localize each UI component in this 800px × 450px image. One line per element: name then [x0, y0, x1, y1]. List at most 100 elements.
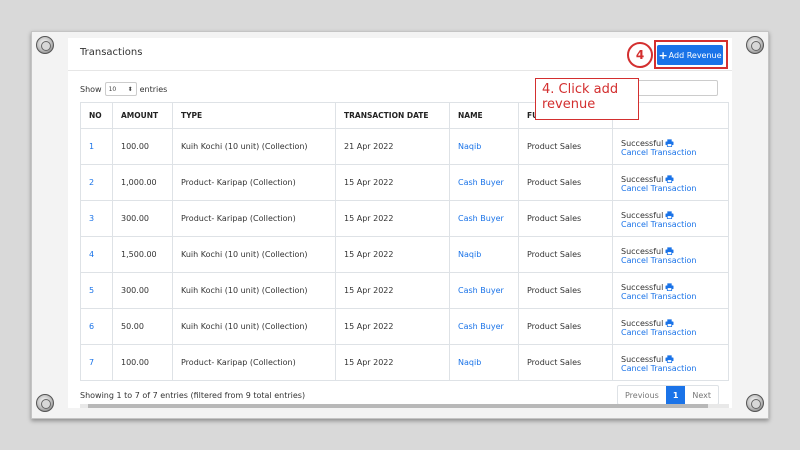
- fund-cell: Product Sales: [518, 128, 613, 165]
- name-link[interactable]: Naqib: [449, 344, 519, 381]
- next-page-button[interactable]: Next: [685, 386, 718, 404]
- cancel-transaction-link[interactable]: Cancel Transaction: [621, 256, 720, 265]
- entries-label: entries: [139, 84, 168, 94]
- amount-cell: 1,500.00: [112, 236, 173, 273]
- instruction-callout: 4. Click add revenue: [535, 78, 639, 120]
- status-cell: Successful Cancel Transaction: [612, 200, 729, 237]
- table-row: 3 300.00 Product- Karipap (Collection) 15 A…: [80, 200, 729, 237]
- cancel-transaction-link[interactable]: Cancel Transaction: [621, 148, 720, 157]
- entries-length-control: Show 10 ⬍ entries: [80, 82, 167, 96]
- amount-cell: 1,000.00: [112, 164, 173, 201]
- status-cell: Successful Cancel Transaction: [612, 308, 729, 345]
- table-row: 5 300.00 Kuih Kochi (10 unit) (Collection)…: [80, 272, 729, 309]
- scrollbar-thumb[interactable]: [88, 404, 708, 408]
- select-arrows-icon: ⬍: [127, 85, 133, 93]
- row-number-link[interactable]: 1: [80, 128, 113, 165]
- highlight-frame: [654, 40, 728, 69]
- date-cell: 15 Apr 2022: [335, 200, 450, 237]
- status-cell: Successful Cancel Transaction: [612, 272, 729, 309]
- print-icon[interactable]: [665, 318, 674, 327]
- print-icon[interactable]: [665, 354, 674, 363]
- row-number-link[interactable]: 2: [80, 164, 113, 201]
- corner-screw-icon: [36, 394, 54, 412]
- horizontal-scrollbar[interactable]: [80, 404, 729, 408]
- row-number-link[interactable]: 3: [80, 200, 113, 237]
- entries-length-value: 10: [108, 85, 117, 93]
- card-header-divider: [68, 70, 732, 71]
- status-cell: Successful Cancel Transaction: [612, 344, 729, 381]
- column-header-transaction-date[interactable]: TRANSACTION DATE: [335, 102, 450, 129]
- type-cell: Kuih Kochi (10 unit) (Collection): [172, 236, 336, 273]
- status-cell: Successful Cancel Transaction: [612, 128, 729, 165]
- status-text: Successful: [621, 174, 664, 184]
- status-text: Successful: [621, 318, 664, 328]
- fund-cell: Product Sales: [518, 272, 613, 309]
- page-button-1[interactable]: 1: [665, 386, 686, 404]
- pagination: Previous 1 Next: [617, 385, 720, 405]
- date-cell: 15 Apr 2022: [335, 308, 450, 345]
- fund-cell: Product Sales: [518, 344, 613, 381]
- cancel-transaction-link[interactable]: Cancel Transaction: [621, 364, 720, 373]
- type-cell: Kuih Kochi (10 unit) (Collection): [172, 128, 336, 165]
- corner-screw-icon: [36, 36, 54, 54]
- print-icon[interactable]: [665, 174, 674, 183]
- name-link[interactable]: Cash Buyer: [449, 164, 519, 201]
- amount-cell: 100.00: [112, 344, 173, 381]
- table-row: 1 100.00 Kuih Kochi (10 unit) (Collection)…: [80, 128, 729, 165]
- status-cell: Successful Cancel Transaction: [612, 164, 729, 201]
- status-cell: Successful Cancel Transaction: [612, 236, 729, 273]
- show-label: Show: [80, 84, 102, 94]
- previous-page-button[interactable]: Previous: [618, 386, 666, 404]
- cancel-transaction-link[interactable]: Cancel Transaction: [621, 328, 720, 337]
- name-link[interactable]: Cash Buyer: [449, 272, 519, 309]
- row-number-link[interactable]: 7: [80, 344, 113, 381]
- callout-line-1: 4. Click add: [542, 82, 619, 97]
- print-icon[interactable]: [665, 282, 674, 291]
- print-icon[interactable]: [665, 246, 674, 255]
- column-header-no[interactable]: NO: [80, 102, 113, 129]
- column-header-amount[interactable]: AMOUNT: [112, 102, 173, 129]
- row-number-link[interactable]: 6: [80, 308, 113, 345]
- type-cell: Product- Karipap (Collection): [172, 344, 336, 381]
- name-link[interactable]: Cash Buyer: [449, 200, 519, 237]
- table-row: 6 50.00 Kuih Kochi (10 unit) (Collection) 1…: [80, 308, 729, 345]
- status-text: Successful: [621, 138, 664, 148]
- amount-cell: 100.00: [112, 128, 173, 165]
- name-link[interactable]: Naqib: [449, 236, 519, 273]
- callout-line-2: revenue: [542, 97, 596, 112]
- column-header-type[interactable]: TYPE: [172, 102, 336, 129]
- amount-cell: 300.00: [112, 200, 173, 237]
- status-text: Successful: [621, 246, 664, 256]
- cancel-transaction-link[interactable]: Cancel Transaction: [621, 292, 720, 301]
- transactions-table: NO AMOUNT TYPE TRANSACTION DATE NAME FU …: [80, 102, 729, 381]
- type-cell: Product- Karipap (Collection): [172, 164, 336, 201]
- corner-screw-icon: [746, 36, 764, 54]
- table-row: 7 100.00 Product- Karipap (Collection) 15 A…: [80, 344, 729, 381]
- card-title: Transactions: [80, 47, 143, 58]
- fund-cell: Product Sales: [518, 236, 613, 273]
- print-icon[interactable]: [665, 210, 674, 219]
- cancel-transaction-link[interactable]: Cancel Transaction: [621, 184, 720, 193]
- status-text: Successful: [621, 210, 664, 220]
- print-icon[interactable]: [665, 138, 674, 147]
- column-header-name[interactable]: NAME: [449, 102, 519, 129]
- type-cell: Product- Karipap (Collection): [172, 200, 336, 237]
- status-text: Successful: [621, 282, 664, 292]
- name-link[interactable]: Naqib: [449, 128, 519, 165]
- table-row: 4 1,500.00 Kuih Kochi (10 unit) (Collectio…: [80, 236, 729, 273]
- cancel-transaction-link[interactable]: Cancel Transaction: [621, 220, 720, 229]
- amount-cell: 300.00: [112, 272, 173, 309]
- type-cell: Kuih Kochi (10 unit) (Collection): [172, 272, 336, 309]
- row-number-link[interactable]: 5: [80, 272, 113, 309]
- fund-cell: Product Sales: [518, 164, 613, 201]
- date-cell: 15 Apr 2022: [335, 344, 450, 381]
- table-info: Showing 1 to 7 of 7 entries (filtered fr…: [80, 391, 306, 400]
- entries-length-select[interactable]: 10 ⬍: [104, 82, 137, 96]
- type-cell: Kuih Kochi (10 unit) (Collection): [172, 308, 336, 345]
- status-text: Successful: [621, 354, 664, 364]
- name-link[interactable]: Cash Buyer: [449, 308, 519, 345]
- corner-screw-icon: [746, 394, 764, 412]
- amount-cell: 50.00: [112, 308, 173, 345]
- step-number-marker: 4: [627, 42, 653, 68]
- row-number-link[interactable]: 4: [80, 236, 113, 273]
